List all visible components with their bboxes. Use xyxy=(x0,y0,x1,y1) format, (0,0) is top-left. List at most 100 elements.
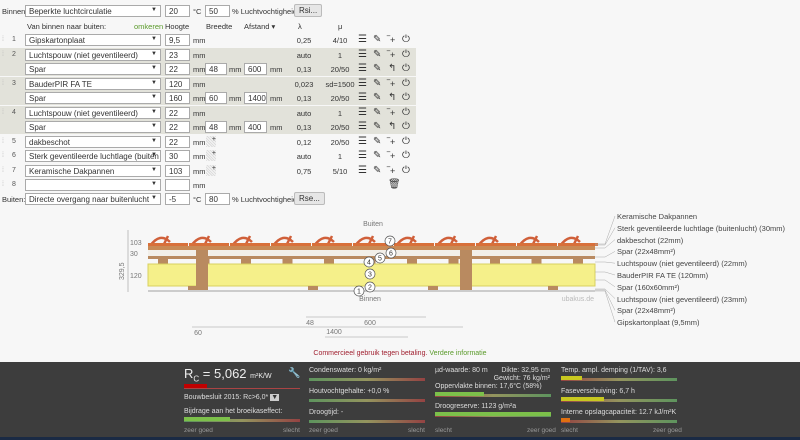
material-select[interactable]: ▼ xyxy=(25,179,161,191)
pencil-icon[interactable]: ✎ xyxy=(373,136,381,148)
menu-icon[interactable]: ☰ xyxy=(358,107,367,119)
pencil-icon[interactable]: ✎ xyxy=(373,107,381,119)
drag-handle-icon[interactable]: ⁞ xyxy=(2,138,4,145)
menu-icon[interactable]: ☰ xyxy=(358,92,367,104)
power-icon[interactable]: ⏻ xyxy=(402,63,410,75)
drag-handle-icon[interactable]: ⁞ xyxy=(2,167,4,174)
height-input[interactable]: 30 xyxy=(165,150,190,162)
menu-icon[interactable]: ☰ xyxy=(358,63,367,75)
pencil-icon[interactable]: ✎ xyxy=(373,78,381,90)
add-inhomogeneous-icon[interactable]: + xyxy=(206,150,216,161)
height-input[interactable]: 22 xyxy=(165,135,190,148)
legend-item: Spar (160x60mm²) xyxy=(617,282,680,292)
width-input[interactable]: 60 xyxy=(205,92,227,104)
pencil-icon[interactable]: ✎ xyxy=(373,63,381,75)
menu-icon[interactable]: ☰ xyxy=(358,34,367,46)
material-select[interactable]: Luchtspouw (niet geventileerd) ▼ xyxy=(25,48,161,61)
material-select[interactable]: Gipskartonplaat ▼ xyxy=(25,34,161,46)
power-icon[interactable]: ⏻ xyxy=(402,78,410,90)
menu-icon[interactable]: ☰ xyxy=(358,78,367,90)
material-select[interactable]: Spar ▼ xyxy=(25,63,161,75)
menu-icon[interactable]: ☰ xyxy=(358,165,367,177)
outside-temp-input[interactable]: -5 xyxy=(165,193,190,205)
spacing-input[interactable]: 600 xyxy=(244,63,267,75)
height-input[interactable] xyxy=(165,179,190,191)
power-icon[interactable]: ⏻ xyxy=(402,49,410,61)
height-input[interactable]: 103 xyxy=(165,164,190,177)
height-input[interactable]: 22 xyxy=(165,121,190,133)
outside-climate-select[interactable]: Directe overgang naar buitenlucht ▼ xyxy=(25,193,161,205)
rc-bar-fill xyxy=(184,384,208,388)
material-select[interactable]: Luchtspouw (niet geventileerd) ▼ xyxy=(25,106,161,119)
height-input[interactable]: 22 xyxy=(165,106,190,119)
pencil-icon[interactable]: ✎ xyxy=(373,49,381,61)
reverse-link[interactable]: omkeren xyxy=(134,22,163,31)
spar-small xyxy=(428,286,438,290)
spacing-input[interactable]: 1400 xyxy=(244,92,267,104)
power-icon[interactable]: ⏻ xyxy=(402,150,410,162)
power-icon[interactable]: ⏻ xyxy=(402,107,410,119)
height-input[interactable]: 120 xyxy=(165,77,190,90)
material-select[interactable]: Keramische Dakpannen ▼ xyxy=(25,164,161,177)
power-icon[interactable]: ⏻ xyxy=(402,136,410,148)
drag-handle-icon[interactable]: ⁞ xyxy=(2,109,4,116)
more-info-link[interactable]: Verdere informatie xyxy=(429,350,486,357)
height-input[interactable]: 22 xyxy=(165,63,190,75)
drag-handle-icon[interactable]: ⁞ xyxy=(2,181,4,188)
pencil-icon[interactable]: ✎ xyxy=(373,34,381,46)
power-icon[interactable]: ⏻ xyxy=(402,34,410,46)
add-layer-icon[interactable]: ‾+ xyxy=(387,150,395,162)
pencil-icon[interactable]: ✎ xyxy=(373,150,381,162)
spacing-header[interactable]: Afstand ▾ xyxy=(244,22,275,31)
material-select[interactable]: Spar ▼ xyxy=(25,92,161,104)
pencil-icon[interactable]: ✎ xyxy=(373,121,381,133)
material-select[interactable]: Sterk geventileerde luchtlage (buiten ▼ xyxy=(25,150,161,162)
spar-small xyxy=(531,259,542,264)
bouwbesluit-label[interactable]: Bouwbesluit 2015: Rc>6,0* ▼ xyxy=(184,394,280,401)
menu-icon[interactable]: ☰ xyxy=(358,121,367,133)
spacing-input[interactable]: 400 xyxy=(244,121,267,133)
power-icon[interactable]: ⏻ xyxy=(402,121,410,133)
outside-humidity-input[interactable]: 80 xyxy=(205,193,230,205)
add-layer-icon[interactable]: ‾+ xyxy=(387,165,395,177)
add-layer-icon[interactable]: ‾+ xyxy=(387,49,395,61)
material-select[interactable]: Spar ▼ xyxy=(25,121,161,133)
rsi-button[interactable]: Rsi... xyxy=(294,4,323,17)
turn-arrow-icon[interactable]: ↰ xyxy=(388,121,396,133)
rse-button[interactable]: Rse... xyxy=(294,192,325,205)
inside-temp-input[interactable]: 20 xyxy=(165,5,190,17)
drag-handle-icon[interactable]: ⁞ xyxy=(2,51,4,58)
add-layer-icon[interactable]: ‾+ xyxy=(387,34,395,46)
height-input[interactable]: 160 xyxy=(165,92,190,104)
add-layer-icon[interactable]: ‾+ xyxy=(387,136,395,148)
temp-unit: °C xyxy=(193,7,202,16)
drag-handle-icon[interactable]: ⁞ xyxy=(2,36,4,43)
height-input[interactable]: 23 xyxy=(165,48,190,61)
add-layer-icon[interactable]: ‾+ xyxy=(387,107,395,119)
width-input[interactable]: 48 xyxy=(205,121,227,133)
inside-humidity-input[interactable]: 50 xyxy=(205,5,230,17)
add-layer-icon[interactable]: ‾+ xyxy=(387,78,395,90)
pencil-icon[interactable]: ✎ xyxy=(373,165,381,177)
layer-number: 4 xyxy=(12,108,16,116)
menu-icon[interactable]: ☰ xyxy=(358,136,367,148)
menu-icon[interactable]: ☰ xyxy=(358,49,367,61)
power-icon[interactable]: ⏻ xyxy=(402,165,410,177)
material-select[interactable]: BauderPIR FA TE ▼ xyxy=(25,77,161,90)
turn-arrow-icon[interactable]: ↰ xyxy=(388,63,396,75)
wrench-icon[interactable]: 🔧 xyxy=(288,368,300,379)
drag-handle-icon[interactable]: ⁞ xyxy=(2,152,4,159)
inside-climate-select[interactable]: Beperkte luchtcirculatie ▼ xyxy=(25,5,161,17)
menu-icon[interactable]: ☰ xyxy=(358,150,367,162)
turn-arrow-icon[interactable]: ↰ xyxy=(388,92,396,104)
height-input[interactable]: 9,5 xyxy=(165,34,190,46)
add-inhomogeneous-icon[interactable]: + xyxy=(206,164,216,176)
add-inhomogeneous-icon[interactable]: + xyxy=(206,135,216,147)
trash-icon[interactable]: 🗑 xyxy=(388,179,401,191)
drag-handle-icon[interactable]: ⁞ xyxy=(2,80,4,87)
width-input[interactable]: 48 xyxy=(205,63,227,75)
lambda-value: 0,13 xyxy=(296,123,312,132)
power-icon[interactable]: ⏻ xyxy=(402,92,410,104)
pencil-icon[interactable]: ✎ xyxy=(373,92,381,104)
material-select[interactable]: dakbeschot ▼ xyxy=(25,135,161,148)
